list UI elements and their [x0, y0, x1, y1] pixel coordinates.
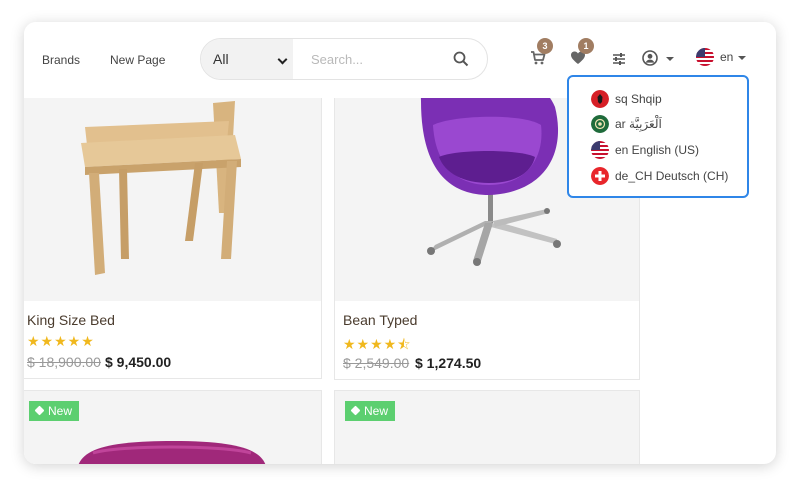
- new-badge: New: [345, 401, 396, 421]
- filter-button[interactable]: [612, 52, 626, 66]
- user-menu-button[interactable]: [642, 50, 678, 68]
- new-badge: New: [29, 401, 80, 421]
- language-option-label: de_CH Deutsch (CH): [615, 169, 729, 183]
- language-option-label: sq Shqip: [615, 92, 662, 106]
- sliders-icon: [613, 53, 625, 65]
- product-card[interactable]: New: [24, 390, 322, 464]
- usa-flag-icon: [696, 48, 714, 66]
- language-code: en: [720, 50, 734, 64]
- tag-icon: [34, 405, 45, 416]
- category-select[interactable]: All: [201, 39, 293, 79]
- usa-flag-icon: [591, 141, 609, 159]
- chevron-down-icon: [738, 56, 746, 60]
- language-selector[interactable]: en: [696, 48, 748, 68]
- search-input[interactable]: [293, 39, 461, 79]
- product-card[interactable]: New: [334, 390, 640, 464]
- chevron-down-icon: [666, 57, 674, 61]
- product-image[interactable]: [24, 63, 321, 301]
- star-rating: ★★★★★: [27, 333, 95, 349]
- albania-flag-icon: [591, 90, 609, 108]
- app-window: King Size Bed ★★★★★ $ 18,900.00 $ 9,450.…: [24, 22, 776, 464]
- product-name[interactable]: King Size Bed: [27, 312, 115, 328]
- search-bar: All: [200, 38, 488, 80]
- wishlist-count-badge: 1: [578, 38, 594, 54]
- original-price: $ 18,900.00: [27, 354, 101, 370]
- language-option-de-ch[interactable]: de_CH Deutsch (CH): [591, 167, 741, 187]
- category-value: All: [213, 51, 229, 67]
- language-dropdown: sq Shqip ar اَلْعَرَبِيَّة en English (U…: [567, 75, 749, 198]
- nav-brands[interactable]: Brands: [42, 53, 80, 67]
- chevron-down-icon: [277, 54, 288, 65]
- switzerland-flag-icon: [591, 167, 609, 185]
- search-icon[interactable]: [453, 51, 469, 67]
- product-name[interactable]: Bean Typed: [343, 312, 417, 328]
- language-option-sq[interactable]: sq Shqip: [591, 90, 731, 110]
- product-card[interactable]: King Size Bed ★★★★★ $ 18,900.00 $ 9,450.…: [24, 62, 322, 379]
- language-option-label: en English (US): [615, 143, 700, 157]
- nav-new-page[interactable]: New Page: [110, 53, 165, 67]
- sale-price: $ 1,274.50: [415, 355, 482, 371]
- language-option-en[interactable]: en English (US): [591, 141, 731, 161]
- original-price: $ 2,549.00: [343, 355, 410, 371]
- language-option-ar[interactable]: ar اَلْعَرَبِيَّة: [591, 115, 731, 135]
- arabic-flag-icon: [591, 115, 609, 133]
- user-icon: [642, 50, 658, 66]
- sale-price: $ 9,450.00: [105, 354, 172, 370]
- cart-count-badge: 3: [537, 38, 553, 54]
- tag-icon: [350, 405, 361, 416]
- language-option-label: ar اَلْعَرَبِيَّة: [615, 117, 662, 131]
- wooden-chair-image: [81, 101, 241, 275]
